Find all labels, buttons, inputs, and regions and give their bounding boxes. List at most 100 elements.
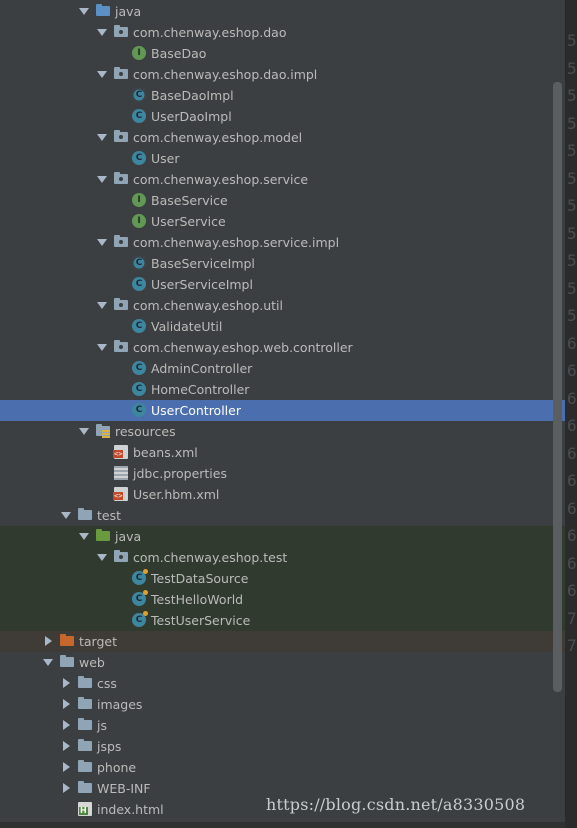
tree-node-label: com.chenway.eshop.service.impl — [133, 235, 340, 250]
chevron-right-icon[interactable] — [63, 678, 70, 688]
tree-node-com-chenway-eshop-dao-impl[interactable]: com.chenway.eshop.dao.impl — [0, 64, 565, 85]
gutter-line-number: 6 — [567, 388, 577, 408]
chevron-right-icon[interactable] — [63, 762, 70, 772]
tree-node-css[interactable]: css — [0, 673, 565, 694]
tree-node-java[interactable]: java — [0, 1, 565, 22]
chevron-down-icon[interactable] — [43, 659, 53, 666]
tree-node-label: java — [115, 529, 142, 544]
chevron-down-icon[interactable] — [97, 71, 107, 78]
tree-node-label: web — [79, 655, 105, 670]
tree-node-label: BaseDaoImpl — [151, 88, 234, 103]
tree-node-phone[interactable]: phone — [0, 757, 565, 778]
tree-node-com-chenway-eshop-test[interactable]: com.chenway.eshop.test — [0, 547, 565, 568]
chevron-down-icon[interactable] — [97, 302, 107, 309]
tree-node-validateutil[interactable]: C ValidateUtil — [0, 316, 565, 337]
tree-node-usercontroller[interactable]: C UserController — [0, 400, 565, 421]
tree-node-basedaoimpl[interactable]: C BaseDaoImpl — [0, 85, 565, 106]
xml-file-icon — [113, 487, 128, 501]
gutter-line-number: 5 — [567, 86, 577, 105]
interface-icon: I — [132, 214, 146, 228]
chevron-right-icon[interactable] — [63, 783, 70, 793]
gutter-line-number: 6 — [567, 333, 577, 353]
tree-node-label: User — [151, 151, 180, 166]
tree-node-resources[interactable]: resources — [0, 421, 565, 442]
folder-icon — [78, 676, 92, 690]
folder-icon — [78, 781, 92, 795]
tree-node-baseserviceimpl[interactable]: C BaseServiceImpl — [0, 253, 565, 274]
tree-node-com-chenway-eshop-util[interactable]: com.chenway.eshop.util — [0, 295, 565, 316]
resources-marker-icon — [102, 430, 110, 438]
class-icon: C — [132, 319, 146, 333]
tree-node-com-chenway-eshop-service-impl[interactable]: com.chenway.eshop.service.impl — [0, 232, 565, 253]
gutter-line-number: 6 — [567, 443, 577, 463]
folder-icon — [78, 718, 92, 732]
chevron-right-icon[interactable] — [63, 720, 70, 730]
vertical-scrollbar[interactable] — [553, 82, 562, 692]
tree-node-label: resources — [115, 424, 176, 439]
tree-node-testuserservice[interactable]: C TestUserService — [0, 610, 565, 631]
folder-icon — [78, 508, 92, 522]
chevron-down-icon[interactable] — [97, 554, 107, 561]
gutter-line-number: 6 — [567, 553, 577, 573]
gutter-line-number: 5 — [567, 306, 577, 325]
tree-node-userdaoimpl[interactable]: C UserDaoImpl — [0, 106, 565, 127]
chevron-down-icon[interactable] — [79, 428, 89, 435]
tree-node-testdatasource[interactable]: C TestDataSource — [0, 568, 565, 589]
tree-node-jdbc-properties[interactable]: jdbc.properties — [0, 463, 565, 484]
tree-node-label: User.hbm.xml — [133, 487, 220, 502]
tree-node-homecontroller[interactable]: C HomeController — [0, 379, 565, 400]
tree-node-java[interactable]: java — [0, 526, 565, 547]
test-class-icon: C — [132, 569, 148, 585]
tree-node-testhelloworld[interactable]: C TestHelloWorld — [0, 589, 565, 610]
tree-node-label: BaseServiceImpl — [151, 256, 255, 271]
tree-node-label: com.chenway.eshop.model — [133, 130, 303, 145]
source-folder-icon — [96, 4, 110, 18]
chevron-down-icon[interactable] — [61, 512, 71, 519]
excluded-folder-icon — [60, 634, 74, 648]
chevron-down-icon[interactable] — [97, 29, 107, 36]
chevron-down-icon[interactable] — [97, 344, 107, 351]
tree-node-beans-xml[interactable]: beans.xml — [0, 442, 565, 463]
tree-node-js[interactable]: js — [0, 715, 565, 736]
chevron-down-icon[interactable] — [79, 8, 89, 15]
tree-node-userservice[interactable]: I UserService — [0, 211, 565, 232]
gutter-line-number: 5 — [567, 141, 577, 160]
tree-node-user[interactable]: C User — [0, 148, 565, 169]
test-class-icon: C — [132, 590, 148, 606]
tree-node-com-chenway-eshop-service[interactable]: com.chenway.eshop.service — [0, 169, 565, 190]
tree-node-target[interactable]: target — [0, 631, 565, 652]
tree-node-label: phone — [97, 760, 137, 775]
tree-node-com-chenway-eshop-model[interactable]: com.chenway.eshop.model — [0, 127, 565, 148]
tree-node-com-chenway-eshop-web-controller[interactable]: com.chenway.eshop.web.controller — [0, 337, 565, 358]
package-dot-icon — [119, 345, 123, 349]
chevron-down-icon[interactable] — [79, 533, 89, 540]
tree-node-com-chenway-eshop-dao[interactable]: com.chenway.eshop.dao — [0, 22, 565, 43]
tree-node-label: java — [115, 4, 142, 19]
tree-node-userserviceimpl[interactable]: C UserServiceImpl — [0, 274, 565, 295]
tree-bottom-edge — [0, 822, 565, 828]
tree-node-user-hbm-xml[interactable]: User.hbm.xml — [0, 484, 565, 505]
chevron-down-icon[interactable] — [97, 239, 107, 246]
gutter-line-number: 6 — [567, 581, 577, 600]
chevron-down-icon[interactable] — [97, 134, 107, 141]
test-source-folder-icon — [96, 529, 110, 543]
tree-node-admincontroller[interactable]: C AdminController — [0, 358, 565, 379]
tree-node-label: TestDataSource — [151, 571, 249, 586]
gutter-line-number: 5 — [567, 278, 577, 298]
resources-folder-icon — [96, 424, 110, 438]
tree-node-test[interactable]: test — [0, 505, 565, 526]
package-icon — [114, 235, 128, 249]
folder-icon — [78, 760, 92, 774]
chevron-down-icon[interactable] — [97, 176, 107, 183]
chevron-right-icon[interactable] — [63, 699, 70, 709]
tree-node-jsps[interactable]: jsps — [0, 736, 565, 757]
package-icon — [114, 550, 128, 564]
tree-node-baseservice[interactable]: I BaseService — [0, 190, 565, 211]
tree-node-web[interactable]: web — [0, 652, 565, 673]
chevron-right-icon[interactable] — [45, 636, 52, 646]
tree-node-label: images — [97, 697, 143, 712]
chevron-right-icon[interactable] — [63, 741, 70, 751]
tree-node-basedao[interactable]: I BaseDao — [0, 43, 565, 64]
tree-node-label: TestUserService — [151, 613, 251, 628]
tree-node-images[interactable]: images — [0, 694, 565, 715]
